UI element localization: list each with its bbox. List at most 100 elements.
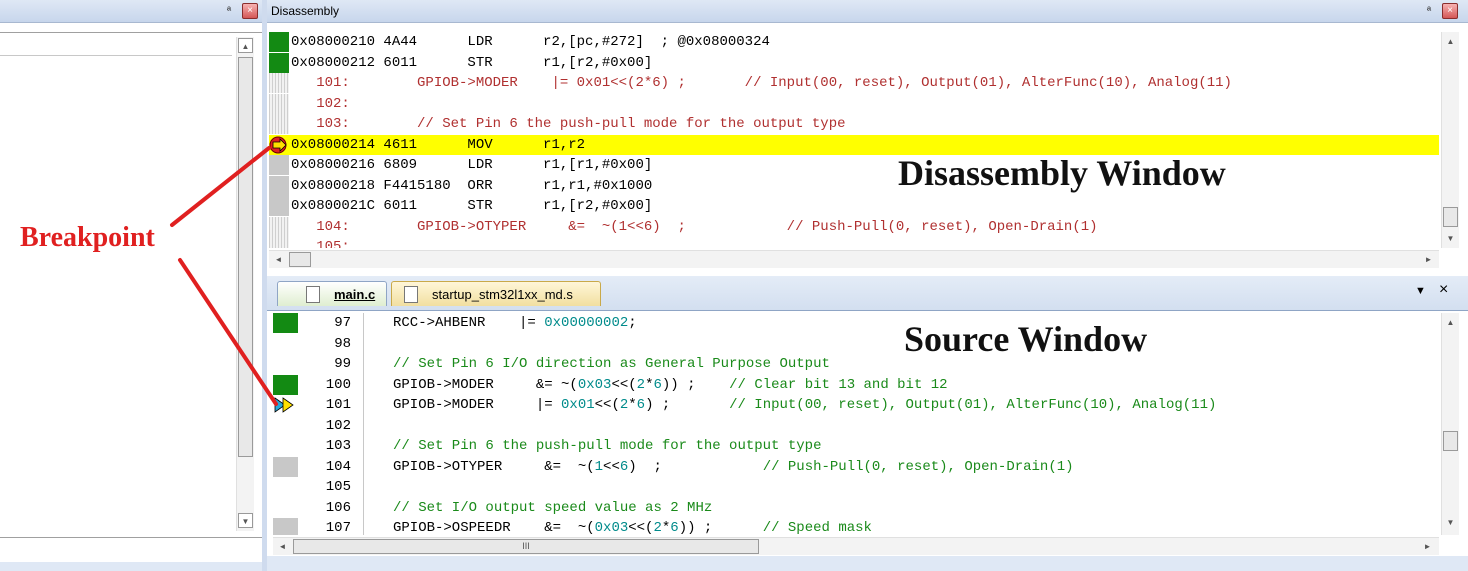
- disassembly-hscrollbar[interactable]: ◄ ►: [269, 250, 1439, 268]
- scroll-right-arrow-icon[interactable]: ►: [1421, 252, 1436, 267]
- source-gutter-marker[interactable]: [273, 518, 298, 535]
- disassembly-gutter-marker[interactable]: [269, 32, 289, 52]
- line-number-separator: [363, 313, 364, 535]
- source-hscrollbar[interactable]: ◄ III ►: [273, 537, 1439, 555]
- tab-menu-icon[interactable]: ▼: [1415, 285, 1426, 297]
- disassembly-pin-icon[interactable]: ª: [1422, 4, 1436, 18]
- disassembly-line-text: 0x08000218 F4415180 ORR r1,r1,#0x1000: [291, 177, 653, 194]
- line-number: 100: [325, 376, 351, 393]
- source-gutter-marker[interactable]: [273, 498, 298, 518]
- source-line[interactable]: 97 RCC->AHBENR |= 0x00000002;: [273, 313, 1438, 333]
- disassembly-gutter-marker[interactable]: [269, 175, 289, 196]
- source-line[interactable]: 107 GPIOB->OSPEEDR &= ~(0x03<<(2*6)) ; //…: [273, 518, 1438, 535]
- left-panel-scroll-thumb[interactable]: [238, 57, 253, 457]
- disassembly-gutter-marker[interactable]: [269, 216, 289, 237]
- line-number: 98: [334, 335, 351, 352]
- disassembly-line[interactable]: 0x0800021C 6011 STR r1,[r2,#0x00]: [269, 196, 1439, 216]
- disassembly-line[interactable]: 0x08000216 6809 LDR r1,[r1,#0x00]: [269, 155, 1439, 175]
- line-number: 97: [334, 315, 351, 331]
- source-token: 0x03: [594, 520, 629, 535]
- disassembly-line-text: 103: // Set Pin 6 the push-pull mode for…: [291, 116, 846, 132]
- disassembly-line[interactable]: 101: GPIOB->MODER |= 0x01<<(2*6) ; // In…: [269, 73, 1439, 93]
- scroll-right-arrow-icon[interactable]: ►: [1420, 539, 1435, 554]
- disassembly-gutter-marker[interactable]: [269, 155, 289, 175]
- source-gutter-marker[interactable]: [273, 313, 298, 333]
- disassembly-line[interactable]: 105:: [269, 237, 1439, 248]
- scroll-left-arrow-icon[interactable]: ◄: [275, 539, 290, 554]
- disassembly-line[interactable]: 102:: [269, 93, 1439, 114]
- source-gutter-marker[interactable]: [273, 456, 298, 477]
- source-gutter-marker[interactable]: [273, 477, 298, 497]
- source-gutter-marker[interactable]: [273, 334, 298, 354]
- scroll-down-arrow-icon[interactable]: ▼: [1443, 515, 1458, 530]
- source-token: 0x00000002: [544, 315, 629, 331]
- source-gutter-marker[interactable]: [273, 374, 298, 395]
- source-line[interactable]: 99 // Set Pin 6 I/O direction as General …: [273, 354, 1438, 374]
- scroll-up-arrow-icon[interactable]: ▲: [1443, 315, 1458, 330]
- disassembly-line-text: 0x08000214 4611 MOV r1,r2: [291, 136, 586, 153]
- scroll-up-arrow-icon[interactable]: ▲: [1443, 34, 1458, 49]
- source-line[interactable]: 106 // Set I/O output speed value as 2 MH…: [273, 498, 1438, 518]
- left-panel-vscrollbar[interactable]: ▲ ▼: [236, 37, 254, 531]
- disassembly-gutter-marker[interactable]: [269, 52, 289, 73]
- disassembly-line-text: 0x08000212 6011 STR r1,[r2,#0x00]: [291, 54, 653, 71]
- source-token: <<(: [611, 376, 637, 393]
- tab-main-c[interactable]: main.c: [277, 281, 387, 306]
- source-line[interactable]: 98: [273, 334, 1438, 354]
- current-instruction-icon[interactable]: [269, 135, 289, 155]
- source-close-icon[interactable]: ×: [1439, 281, 1448, 299]
- scroll-down-arrow-icon[interactable]: ▼: [1443, 231, 1458, 246]
- source-hscroll-thumb[interactable]: III: [293, 539, 759, 554]
- pin-icon[interactable]: ª: [222, 4, 236, 18]
- source-token: // Push-Pull(0, reset), Open-Drain(1): [762, 458, 1074, 475]
- disassembly-scroll-thumb[interactable]: [1443, 207, 1458, 227]
- source-token: 6: [636, 397, 646, 413]
- breakpoint-annotation: Breakpoint: [20, 222, 155, 253]
- scroll-left-arrow-icon[interactable]: ◄: [271, 252, 286, 267]
- scroll-up-arrow-icon[interactable]: ▲: [238, 38, 253, 53]
- source-line-text: // Set Pin 6 I/O direction as General Pu…: [393, 354, 830, 374]
- disassembly-line[interactable]: 104: GPIOB->OTYPER &= ~(1<<6) ; // Push-…: [269, 216, 1439, 237]
- source-gutter-marker[interactable]: [273, 436, 298, 456]
- source-line[interactable]: 102: [273, 416, 1438, 436]
- disassembly-gutter-marker[interactable]: [269, 237, 289, 248]
- disassembly-line-text: 0x0800021C 6011 STR r1,[r2,#0x00]: [291, 198, 653, 214]
- disassembly-vscrollbar[interactable]: ▲ ▼: [1441, 32, 1459, 248]
- source-line[interactable]: 100 GPIOB->MODER &= ~(0x03<<(2*6)) ; // C…: [273, 374, 1438, 395]
- source-line[interactable]: 103 // Set Pin 6 the push-pull mode for t…: [273, 436, 1438, 456]
- source-token: // Clear bit 13 and bit 12: [729, 376, 948, 393]
- source-gutter-marker[interactable]: [273, 416, 298, 436]
- disassembly-close-button[interactable]: ×: [1442, 3, 1458, 19]
- left-panel-footer: [0, 562, 262, 571]
- disassembly-line[interactable]: 0x08000210 4A44 LDR r2,[pc,#272] ; @0x08…: [269, 32, 1439, 52]
- source-token: ) ;: [645, 397, 730, 413]
- disassembly-line[interactable]: 0x08000212 6011 STR r1,[r2,#0x00]: [269, 52, 1439, 73]
- tab-startup[interactable]: startup_stm32l1xx_md.s: [391, 281, 601, 306]
- line-number: 103: [325, 438, 351, 454]
- disassembly-line[interactable]: 0x08000218 F4415180 ORR r1,r1,#0x1000: [269, 175, 1439, 196]
- source-scroll-thumb[interactable]: [1443, 431, 1458, 451]
- disassembly-gutter-marker[interactable]: [269, 93, 289, 114]
- source-token: <<(: [628, 520, 654, 535]
- source-token: <<: [603, 458, 620, 475]
- disassembly-gutter-marker[interactable]: [269, 73, 289, 93]
- source-line[interactable]: 101 GPIOB->MODER |= 0x01<<(2*6) ; // Inpu…: [273, 395, 1438, 415]
- disassembly-hscroll-thumb[interactable]: [289, 252, 311, 267]
- scroll-down-arrow-icon[interactable]: ▼: [238, 513, 253, 528]
- source-gutter-marker[interactable]: [273, 354, 298, 374]
- breakpoint-arrow-icon[interactable]: [273, 395, 298, 415]
- disassembly-gutter-marker[interactable]: [269, 114, 289, 134]
- disassembly-line[interactable]: 103: // Set Pin 6 the push-pull mode for…: [269, 114, 1439, 134]
- source-line[interactable]: 105: [273, 477, 1438, 497]
- disassembly-line-text: 102:: [291, 95, 350, 112]
- left-panel-close-button[interactable]: ×: [242, 3, 258, 19]
- source-token: ) ;: [628, 458, 763, 475]
- disassembly-line[interactable]: 0x08000214 4611 MOV r1,r2: [269, 134, 1439, 155]
- source-vscrollbar[interactable]: ▲ ▼: [1441, 313, 1459, 535]
- disassembly-gutter-marker[interactable]: [269, 196, 289, 216]
- file-icon: [404, 286, 418, 303]
- source-token: 2: [653, 520, 662, 535]
- source-line-text: RCC->AHBENR |= 0x00000002;: [393, 313, 637, 333]
- line-number: 107: [325, 520, 351, 535]
- source-line[interactable]: 104 GPIOB->OTYPER &= ~(1<<6) ; // Push-Pu…: [273, 456, 1438, 477]
